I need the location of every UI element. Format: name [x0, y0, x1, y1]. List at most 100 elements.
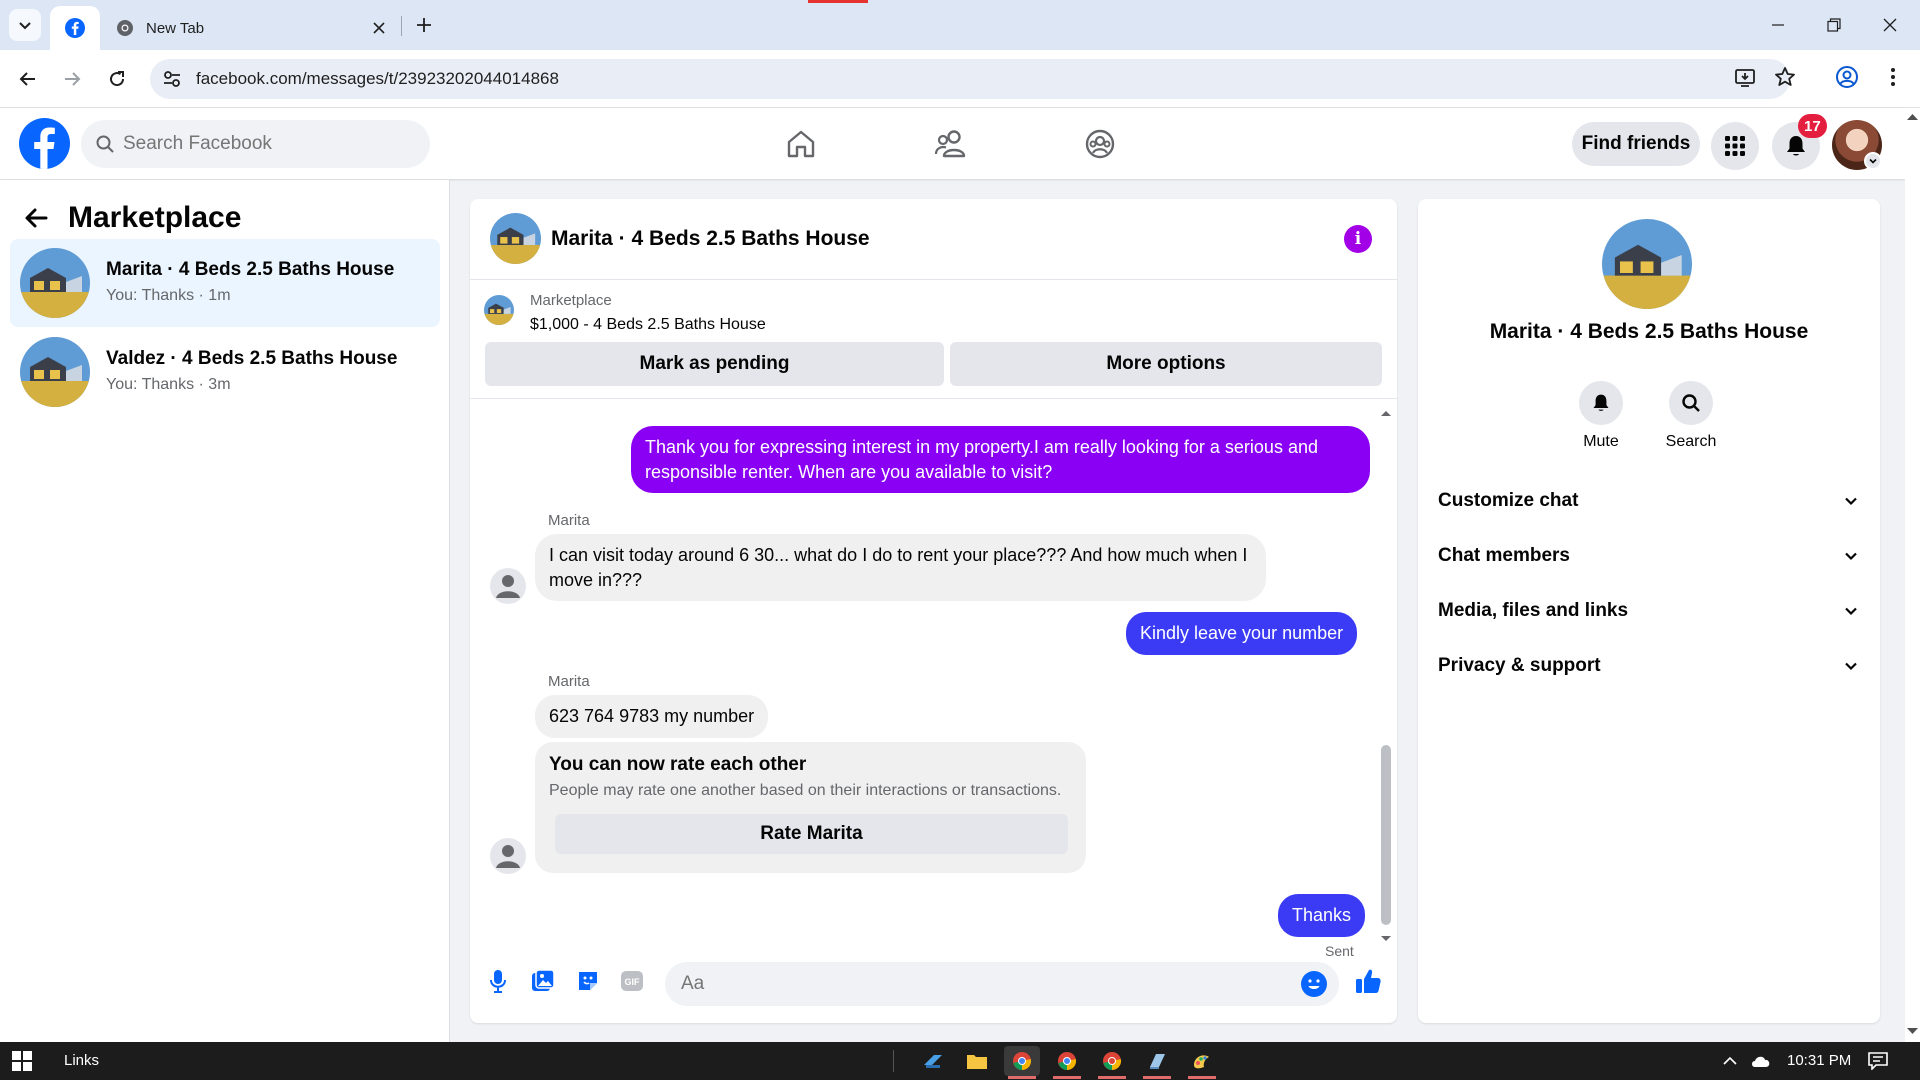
sender-avatar[interactable]: [490, 568, 526, 604]
privacy-support-row[interactable]: Privacy & support: [1438, 644, 1858, 688]
media-files-links-row[interactable]: Media, files and links: [1438, 589, 1858, 633]
house-photo-icon: [1602, 219, 1692, 309]
nav-friends[interactable]: [929, 122, 973, 166]
chevron-up-icon[interactable]: [1722, 1056, 1738, 1066]
outgoing-message[interactable]: Thanks: [1278, 894, 1366, 937]
scroll-up-icon[interactable]: [1380, 409, 1392, 417]
taskbar-app[interactable]: [1184, 1046, 1220, 1076]
emoji-icon[interactable]: [1301, 971, 1327, 997]
sticker-icon: [579, 972, 597, 990]
reload-button[interactable]: [99, 61, 135, 97]
chrome-icon: [1103, 1052, 1122, 1070]
restore-icon: [1827, 18, 1841, 32]
taskbar-chrome-active[interactable]: [1004, 1046, 1040, 1076]
incoming-message[interactable]: I can visit today around 6 30... what do…: [535, 534, 1266, 601]
paint-icon: [1194, 1055, 1209, 1069]
mark-as-pending-button[interactable]: Mark as pending: [485, 342, 944, 386]
chat-avatar[interactable]: [490, 213, 541, 264]
scroll-down-icon[interactable]: [1905, 1026, 1920, 1036]
listing-thumbnail[interactable]: [484, 295, 514, 325]
back-arrow-icon[interactable]: [24, 207, 48, 229]
taskbar-app[interactable]: [1139, 1046, 1175, 1076]
incoming-message[interactable]: 623 764 9783 my number: [535, 695, 769, 738]
person-icon: [496, 845, 520, 868]
details-avatar[interactable]: [1602, 219, 1692, 309]
left-panel-title: Marketplace: [68, 201, 242, 234]
more-options-button[interactable]: More options: [950, 342, 1382, 386]
thumbs-up-icon: [1356, 969, 1381, 993]
address-bar[interactable]: facebook.com/messages/t/2392320204401486…: [150, 59, 1790, 99]
facebook-logo[interactable]: [19, 118, 70, 169]
message-input[interactable]: [681, 962, 1281, 1006]
open-app-indicator: [1143, 1076, 1171, 1079]
menu-button[interactable]: [1711, 122, 1759, 170]
open-app-indicator: [1098, 1076, 1126, 1079]
section-label: Privacy & support: [1438, 655, 1601, 676]
close-window-button[interactable]: [1862, 0, 1918, 50]
nav-groups[interactable]: [1078, 122, 1122, 166]
tab-search-button[interactable]: [9, 9, 41, 41]
chevron-down-icon: [1845, 662, 1857, 671]
outgoing-message[interactable]: Kindly leave your number: [1126, 612, 1358, 655]
house-photo-icon: [20, 337, 90, 407]
tab-facebook[interactable]: [50, 6, 100, 50]
facebook-search-input[interactable]: [123, 120, 413, 168]
mute-action[interactable]: Mute: [1556, 381, 1646, 451]
taskbar-separator: [893, 1050, 894, 1072]
close-tab-icon[interactable]: [368, 17, 390, 39]
send-like-button[interactable]: [1353, 966, 1383, 996]
facebook-search[interactable]: [81, 120, 430, 168]
taskbar-chrome[interactable]: [1094, 1046, 1130, 1076]
minimize-button[interactable]: [1750, 0, 1806, 50]
listing-title[interactable]: $1,000 - 4 Beds 2.5 Baths House: [530, 316, 766, 334]
chat-scroll-thumb[interactable]: [1381, 745, 1391, 925]
taskbar-file-explorer[interactable]: [959, 1046, 995, 1076]
search-in-chat-button[interactable]: [1669, 381, 1713, 425]
tab-new-tab[interactable]: New Tab: [106, 6, 402, 50]
conversation-item[interactable]: Valdez · 4 Beds 2.5 Baths House You: Tha…: [10, 328, 440, 416]
restore-button[interactable]: [1806, 0, 1862, 50]
voice-clip-button[interactable]: [483, 966, 513, 996]
house-photo-icon: [484, 295, 514, 325]
page-scrollbar[interactable]: [1905, 108, 1920, 1042]
search-action[interactable]: Search: [1646, 381, 1736, 451]
links-toolbar-label[interactable]: Links: [64, 1052, 99, 1069]
taskbar-app[interactable]: [915, 1046, 951, 1076]
scroll-up-icon[interactable]: [1905, 112, 1920, 122]
conversation-name: Valdez · 4 Beds 2.5 Baths House: [106, 348, 398, 369]
chevron-down-icon: [1845, 552, 1857, 561]
gif-button[interactable]: GIF: [617, 966, 647, 996]
back-button[interactable]: [10, 61, 46, 97]
attach-photo-button[interactable]: [528, 966, 558, 996]
sticker-button[interactable]: [573, 966, 603, 996]
mute-button[interactable]: [1579, 381, 1623, 425]
outgoing-message[interactable]: Thank you for expressing interest in my …: [631, 426, 1370, 493]
notifications-center-icon[interactable]: [1868, 1052, 1888, 1070]
account-chevron[interactable]: [1864, 152, 1882, 170]
windows-start-icon[interactable]: [12, 1051, 32, 1071]
nav-home[interactable]: [779, 122, 823, 166]
message-input-container[interactable]: [665, 962, 1339, 1006]
new-tab-button[interactable]: [410, 11, 438, 39]
taskbar-chrome[interactable]: [1049, 1046, 1085, 1076]
forward-button[interactable]: [54, 61, 90, 97]
profile-button[interactable]: [1829, 59, 1865, 95]
customize-chat-row[interactable]: Customize chat: [1438, 479, 1858, 523]
bookmark-button[interactable]: [1767, 59, 1803, 95]
conversation-list-panel: Marketplace Marita · 4 Beds 2.5 Baths Ho…: [0, 180, 450, 1042]
site-info-icon[interactable]: [162, 69, 182, 89]
find-friends-button[interactable]: Find friends: [1572, 122, 1700, 166]
rate-marita-button[interactable]: Rate Marita: [555, 814, 1068, 854]
chat-title[interactable]: Marita · 4 Beds 2.5 Baths House: [551, 227, 870, 251]
chrome-icon: [1058, 1052, 1077, 1070]
conversation-item[interactable]: Marita · 4 Beds 2.5 Baths House You: Tha…: [10, 239, 440, 327]
browser-menu-button[interactable]: [1875, 59, 1911, 95]
clock-time[interactable]: 10:31 PM: [1787, 1052, 1851, 1069]
chat-members-row[interactable]: Chat members: [1438, 534, 1858, 578]
facebook-f-icon: [34, 127, 55, 169]
install-app-button[interactable]: [1727, 59, 1763, 95]
onedrive-cloud-icon[interactable]: [1750, 1054, 1772, 1068]
scroll-down-icon[interactable]: [1380, 935, 1392, 943]
sender-avatar[interactable]: [490, 838, 526, 874]
info-icon[interactable]: i: [1344, 225, 1372, 253]
